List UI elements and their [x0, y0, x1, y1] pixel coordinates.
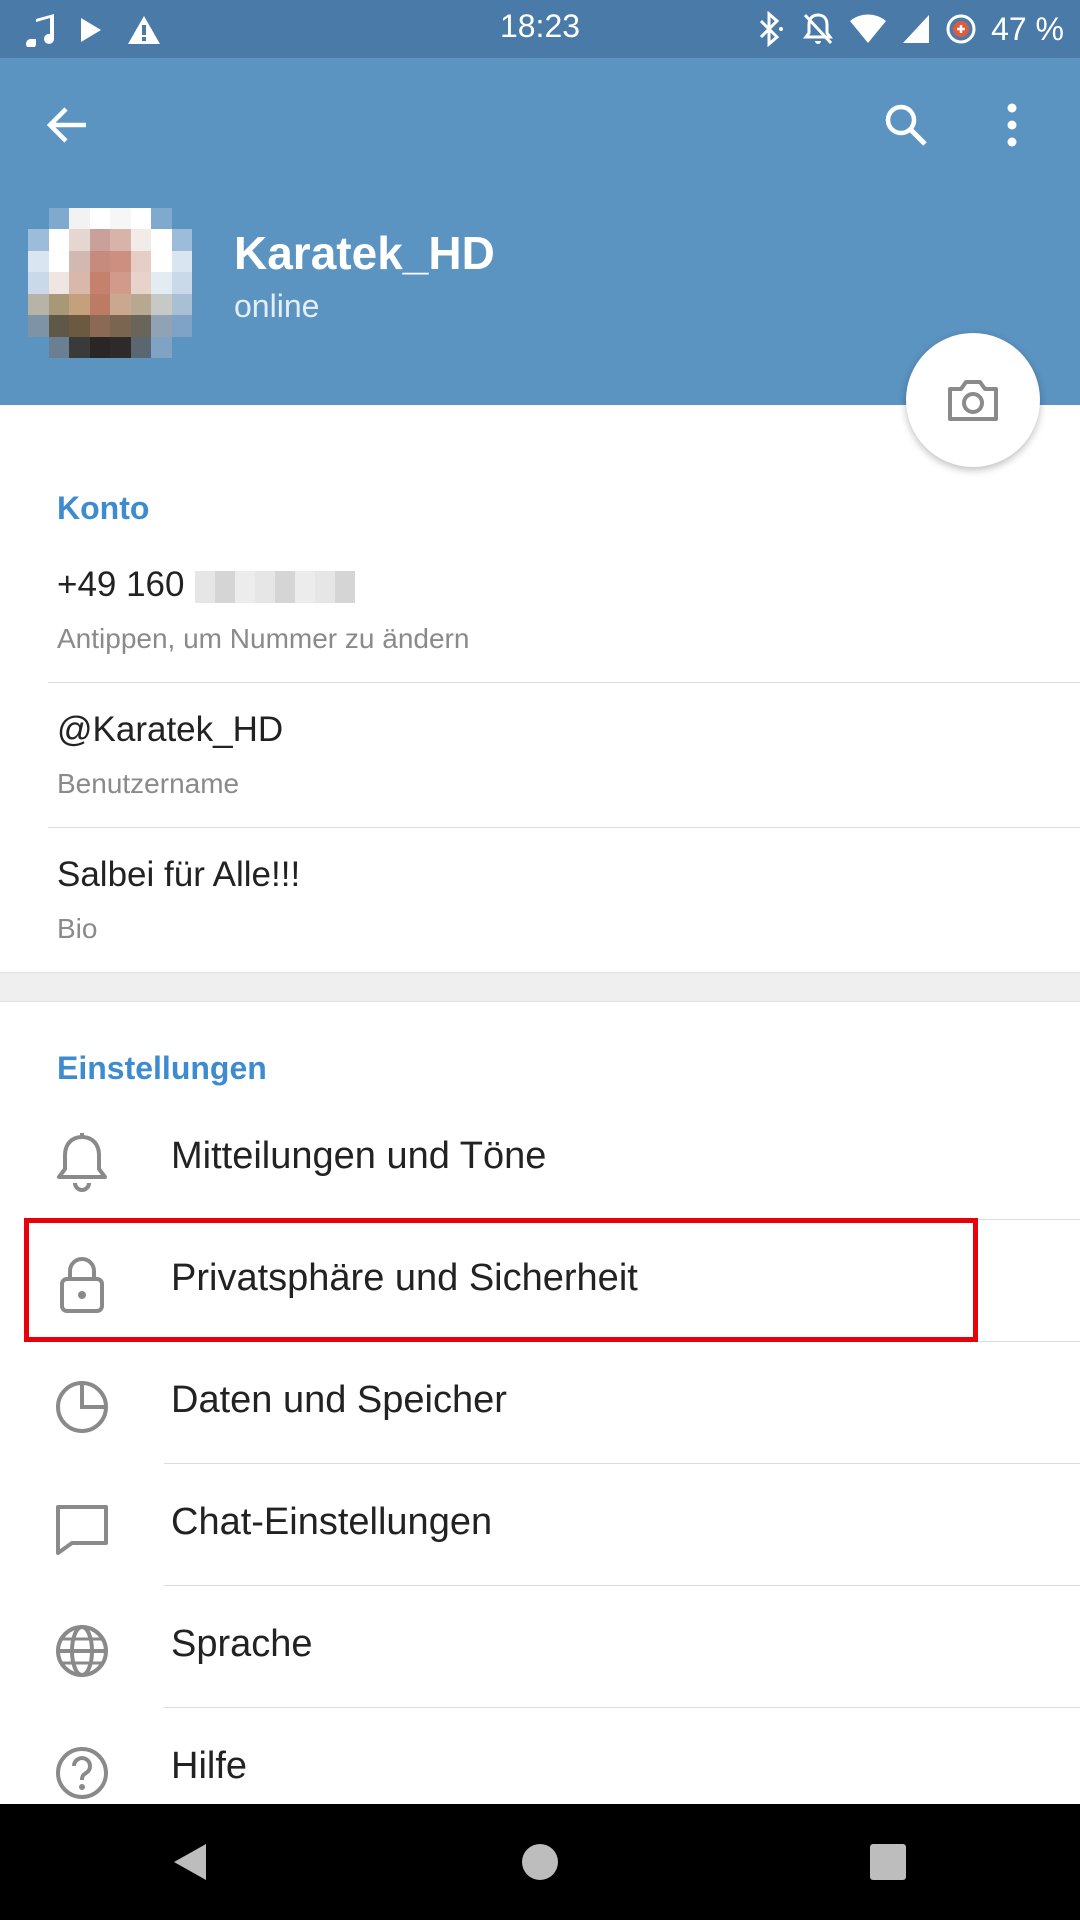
username-value: @Karatek_HD	[57, 710, 284, 749]
phone-number: +49 160	[57, 565, 355, 605]
search-icon	[885, 104, 927, 146]
signal-icon	[903, 15, 930, 43]
nav-home-button[interactable]	[510, 1832, 570, 1892]
divider	[48, 682, 1080, 683]
arrow-left-icon	[46, 107, 86, 143]
phone-number-redacted	[194, 570, 355, 603]
phone-row[interactable]: +49 160 Antippen, um Nummer zu ändern	[0, 545, 1080, 690]
circle-home-icon	[522, 1844, 558, 1880]
profile-name: Karatek_HD	[234, 227, 495, 279]
divider	[164, 1463, 1080, 1464]
avatar[interactable]	[28, 208, 192, 358]
camera-icon	[948, 380, 998, 421]
square-recents-icon	[870, 1844, 906, 1880]
settings-item-label: Chat-Einstellungen	[171, 1501, 493, 1543]
profile-status: online	[234, 288, 320, 324]
settings-item-notifications[interactable]: Mitteilungen und Töne	[0, 1099, 1080, 1219]
nav-back-button[interactable]	[160, 1832, 220, 1892]
divider	[164, 1585, 1080, 1586]
settings-item-chat[interactable]: Chat-Einstellungen	[0, 1465, 1080, 1585]
more-menu-button[interactable]	[982, 85, 1042, 165]
settings-item-label: Sprache	[171, 1623, 313, 1665]
username-label: Benutzername	[57, 768, 240, 799]
status-right-icons: 47 %	[753, 8, 1064, 50]
help-circle-icon	[56, 1747, 108, 1799]
battery-percent: 47 %	[991, 10, 1064, 47]
triangle-back-icon	[174, 1844, 206, 1880]
bio-label: Bio	[57, 913, 98, 944]
settings-item-label: Hilfe	[171, 1745, 248, 1787]
mute-icon	[803, 13, 834, 45]
globe-icon	[56, 1625, 108, 1677]
settings-item-label: Mitteilungen und Töne	[171, 1135, 547, 1177]
settings-item-language[interactable]: Sprache	[0, 1587, 1080, 1707]
chat-bubble-icon	[56, 1505, 108, 1555]
bio-value: Salbei für Alle!!!	[57, 855, 301, 894]
battery-saver-icon	[946, 14, 976, 44]
navigation-bar	[0, 1804, 1080, 1920]
nav-recents-button[interactable]	[858, 1832, 918, 1892]
settings-item-data[interactable]: Daten und Speicher	[0, 1343, 1080, 1463]
divider	[164, 1707, 1080, 1708]
wifi-icon	[850, 14, 887, 44]
section-separator	[0, 972, 1080, 1002]
divider	[48, 827, 1080, 828]
profile-header: Karatek_HD online	[0, 58, 1080, 405]
settings-section-title: Einstellungen	[57, 1050, 267, 1086]
bell-icon	[57, 1133, 107, 1192]
highlight-box	[24, 1218, 978, 1342]
phone-hint: Antippen, um Nummer zu ändern	[57, 623, 470, 654]
back-button[interactable]	[28, 85, 108, 165]
username-row[interactable]: @Karatek_HD Benutzername	[0, 690, 1080, 835]
bio-row[interactable]: Salbei für Alle!!! Bio	[0, 835, 1080, 980]
bluetooth-icon	[760, 11, 784, 47]
more-vert-icon	[1007, 103, 1017, 147]
set-photo-button[interactable]	[906, 333, 1040, 467]
settings-item-label: Daten und Speicher	[171, 1379, 507, 1421]
search-button[interactable]	[866, 85, 946, 165]
pie-chart-icon	[56, 1381, 108, 1433]
account-section-title: Konto	[57, 490, 150, 526]
status-bar: 18:23 47 %	[0, 0, 1080, 58]
